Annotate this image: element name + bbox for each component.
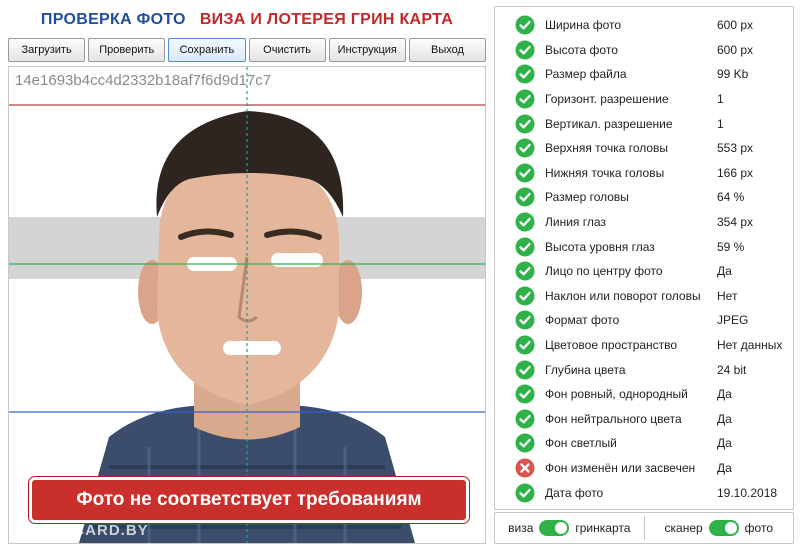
check-circle-icon — [515, 138, 535, 158]
check-row: Линия глаз 354 px — [495, 210, 793, 235]
photo-hash: 14e1693b4cc4d2332b18af7f6d9d17c7 — [15, 72, 272, 89]
check-row: Нижняя точка головы 166 px — [495, 161, 793, 186]
mode-switches: виза гринкарта сканер фото — [494, 512, 794, 544]
check-row: Ширина фото 600 px — [495, 13, 793, 38]
check-circle-icon — [515, 433, 535, 453]
title-visa-lottery: ВИЗА И ЛОТЕРЕЯ ГРИН КАРТА — [199, 11, 454, 28]
photo-preview: 14e1693b4cc4d2332b18af7f6d9d17c7 Фото не… — [8, 66, 486, 544]
check-circle-icon — [515, 409, 535, 429]
toggle-knob — [724, 522, 737, 534]
visa-greencard-toggle[interactable] — [539, 520, 570, 536]
check-row: Глубина цвета 24 bit — [495, 357, 793, 382]
switch-label-visa: виза — [508, 521, 534, 535]
check-circle-icon — [515, 286, 535, 306]
check-circle-icon — [515, 310, 535, 330]
check-row: Горизонт. разрешение 1 — [495, 87, 793, 112]
check-row: Размер головы 64 % — [495, 185, 793, 210]
scanner-photo-toggle[interactable] — [708, 520, 739, 536]
verdict-banner: Фото не соответствует требованиям — [29, 477, 469, 523]
save-button[interactable]: Сохранить — [168, 38, 246, 62]
check-button[interactable]: Проверить — [88, 38, 166, 62]
watermark: GREENCARD.BY — [15, 522, 149, 539]
eye-redaction-right — [271, 253, 323, 267]
toggle-knob — [555, 522, 568, 534]
toolbar: Загрузить Проверить Сохранить Очистить И… — [8, 38, 487, 62]
load-button[interactable]: Загрузить — [8, 38, 86, 62]
check-circle-icon — [515, 261, 535, 281]
check-row: Высота фото 600 px — [495, 38, 793, 63]
check-row: Формат фото JPEG — [495, 308, 793, 333]
clear-button[interactable]: Очистить — [248, 38, 326, 62]
visa-greencard-switch-group: виза гринкарта — [495, 520, 644, 536]
check-circle-icon — [515, 163, 535, 183]
portrait-photo — [9, 67, 485, 543]
check-circle-icon — [515, 335, 535, 355]
switch-label-scanner: сканер — [664, 521, 703, 535]
check-circle-icon — [515, 64, 535, 84]
check-circle-icon — [515, 114, 535, 134]
check-circle-icon — [515, 89, 535, 109]
check-circle-icon — [515, 187, 535, 207]
check-row: Наклон или поворот головы Нет — [495, 284, 793, 309]
switch-label-greencard: гринкарта — [575, 521, 631, 535]
check-row: Фон светлый Да — [495, 431, 793, 456]
check-row: Высота уровня глаз 59 % — [495, 234, 793, 259]
check-circle-icon — [515, 237, 535, 257]
mouth-redaction — [223, 341, 281, 355]
app-header: ПРОВЕРКА ФОТО ВИЗА И ЛОТЕРЕЯ ГРИН КАРТА — [8, 6, 486, 34]
check-row: Фон ровный, однородный Да — [495, 382, 793, 407]
check-row: Цветовое пространство Нет данных — [495, 333, 793, 358]
check-circle-icon — [515, 40, 535, 60]
exit-button[interactable]: Выход — [408, 38, 487, 62]
check-circle-icon — [515, 212, 535, 232]
instructions-button[interactable]: Инструкция — [328, 38, 406, 62]
scanner-photo-switch-group: сканер фото — [645, 520, 794, 536]
check-circle-icon — [515, 384, 535, 404]
check-row: Размер файла 99 Kb — [495, 62, 793, 87]
face — [157, 159, 339, 405]
cross-circle-icon — [515, 458, 535, 478]
check-circle-icon — [515, 15, 535, 35]
check-results: Ширина фото 600 px Высота фото 600 px Разм… — [494, 6, 794, 510]
check-row: Фон нейтрального цвета Да — [495, 407, 793, 432]
title-photo-check: ПРОВЕРКА ФОТО — [40, 11, 186, 28]
check-row: Верхняя точка головы 553 px — [495, 136, 793, 161]
check-row: Лицо по центру фото Да — [495, 259, 793, 284]
check-circle-icon — [515, 360, 535, 380]
switch-label-photo: фото — [744, 521, 773, 535]
check-row: Вертикал. разрешение 1 — [495, 111, 793, 136]
check-row: Дата фото 19.10.2018 — [495, 480, 793, 505]
check-row: Фон изменён или засвечен Да — [495, 456, 793, 481]
check-circle-icon — [515, 483, 535, 503]
